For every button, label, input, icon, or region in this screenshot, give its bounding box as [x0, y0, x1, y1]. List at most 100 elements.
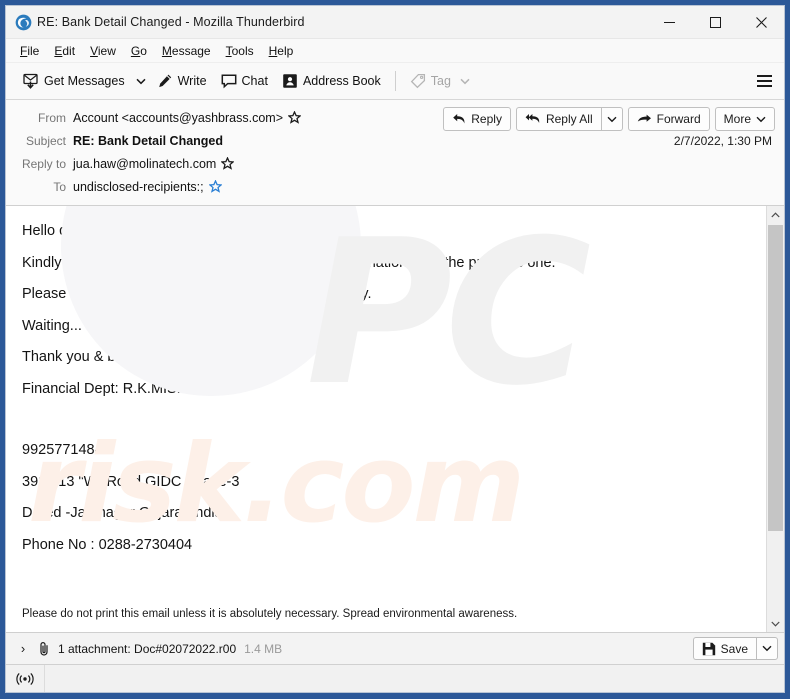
title-bar: RE: Bank Detail Changed - Mozilla Thunde…: [6, 6, 784, 39]
window-title: RE: Bank Detail Changed - Mozilla Thunde…: [37, 15, 305, 29]
reply-to-value[interactable]: jua.haw@molinatech.com: [73, 157, 216, 171]
reply-icon: [453, 114, 465, 124]
address-book-button[interactable]: Address Book: [275, 68, 388, 94]
forward-label: Forward: [656, 112, 701, 126]
from-value-wrap: Account <accounts@yashbrass.com>: [73, 111, 302, 125]
forward-button[interactable]: Forward: [627, 107, 710, 131]
subject-value: RE: Bank Detail Changed: [73, 133, 224, 148]
get-messages-dropdown[interactable]: [132, 68, 150, 94]
reply-all-button[interactable]: Reply All: [515, 107, 602, 131]
from-value[interactable]: Account <accounts@yashbrass.com>: [73, 111, 283, 125]
scrollbar-thumb[interactable]: [768, 225, 783, 531]
menu-tools-rest: ools: [231, 43, 254, 58]
menu-file-rest: ile: [27, 43, 40, 58]
header-row-to: To undisclosed-recipients:;: [6, 175, 784, 198]
to-value-wrap: undisclosed-recipients:;: [73, 180, 222, 194]
menu-view-accel: V: [90, 43, 98, 58]
chevron-down-icon: [756, 116, 766, 122]
attachment-actions: Save: [692, 637, 778, 660]
star-icon[interactable]: [221, 157, 235, 170]
screenshot-root: RE: Bank Detail Changed - Mozilla Thunde…: [0, 0, 790, 699]
thunderbird-window: RE: Bank Detail Changed - Mozilla Thunde…: [5, 5, 785, 693]
body-scrollbar[interactable]: [766, 206, 784, 632]
status-separator: [44, 665, 45, 692]
hamburger-line: [756, 80, 772, 82]
menu-bar: File Edit View Go Message Tools Help: [6, 39, 784, 63]
to-label: To: [53, 179, 66, 194]
message-body[interactable]: PC risk.com Hello dear, Kindly let us kn…: [6, 206, 766, 632]
menu-go[interactable]: Go: [124, 42, 155, 60]
star-icon[interactable]: [288, 111, 302, 124]
menu-edit-rest: dit: [62, 43, 76, 58]
body-line: 3912/13 "W" Road GIDC Phase-3: [22, 473, 240, 490]
pencil-icon: [158, 74, 171, 88]
close-button[interactable]: [738, 6, 784, 38]
body-line: Please let us know if its from your side…: [22, 286, 372, 302]
status-bar: [6, 665, 784, 692]
menu-file[interactable]: File: [13, 42, 47, 60]
window-controls: [646, 6, 784, 38]
menu-view[interactable]: View: [83, 42, 124, 60]
from-label: From: [38, 110, 66, 125]
body-line: 9925771484: [22, 442, 103, 458]
scroll-down-button[interactable]: [767, 615, 784, 632]
menu-go-accel: G: [130, 43, 141, 58]
chevron-down-icon: [771, 621, 780, 627]
menu-help-accel: H: [268, 43, 278, 58]
network-signal-icon[interactable]: [12, 669, 38, 689]
body-line: Waiting... for your immediate reply: [22, 317, 242, 334]
menu-message[interactable]: Message: [155, 42, 219, 60]
message-body-area: PC risk.com Hello dear, Kindly let us kn…: [6, 206, 784, 633]
write-label: Write: [177, 74, 207, 88]
body-line: Phone No : 0288-2730404: [22, 536, 193, 553]
message-action-buttons: Reply Reply All Forward More: [443, 107, 775, 131]
chat-button[interactable]: Chat: [214, 68, 275, 94]
address-book-icon: [283, 74, 297, 88]
chevron-down-icon: [136, 78, 146, 84]
tag-button[interactable]: Tag: [403, 68, 477, 94]
more-button[interactable]: More: [714, 107, 775, 131]
star-icon-blue[interactable]: [208, 180, 222, 193]
reply-button[interactable]: Reply: [443, 107, 511, 131]
reply-to-value-wrap: jua.haw@molinatech.com: [73, 157, 235, 171]
forward-arrow-icon: [637, 114, 651, 122]
reply-all-dropdown[interactable]: [601, 107, 623, 131]
menu-go-rest: o: [140, 43, 147, 58]
save-dropdown-button[interactable]: [756, 637, 778, 660]
reply-all-group: Reply All: [515, 107, 623, 131]
get-messages-button[interactable]: Get Messages: [16, 68, 132, 94]
minimize-icon: [663, 21, 675, 23]
header-row-reply-to: Reply to jua.haw@molinatech.com: [6, 152, 784, 175]
address-book-label: Address Book: [302, 74, 381, 88]
attachment-bar: › 1 attachment: Doc#02072022.r00 1.4 MB …: [6, 633, 784, 665]
menu-help-rest: elp: [277, 43, 294, 58]
attachment-expand-toggle[interactable]: ›: [15, 638, 31, 660]
header-row-subject: Subject RE: Bank Detail Changed 2/7/2022…: [6, 129, 784, 152]
body-line: Financial Dept: R.K.MISHRA: [22, 380, 208, 397]
menu-tools[interactable]: Tools: [219, 42, 262, 60]
chevron-down-icon: [762, 645, 772, 652]
save-disk-icon: [702, 642, 715, 655]
save-label: Save: [720, 641, 748, 656]
reply-all-label: Reply All: [545, 112, 593, 126]
menu-message-rest: essage: [171, 43, 211, 58]
maximize-button[interactable]: [692, 6, 738, 38]
menu-view-rest: iew: [97, 43, 116, 58]
scrollbar-track[interactable]: [767, 223, 784, 615]
chat-bubble-icon: [221, 74, 236, 89]
thunderbird-icon: [15, 14, 32, 30]
attachment-text[interactable]: 1 attachment: Doc#02072022.r00: [58, 642, 236, 656]
to-value[interactable]: undisclosed-recipients:;: [73, 180, 204, 194]
menu-edit[interactable]: Edit: [47, 42, 83, 60]
subject-label: Subject: [25, 133, 66, 148]
write-button[interactable]: Write: [150, 68, 214, 94]
scroll-up-button[interactable]: [767, 206, 784, 223]
minimize-button[interactable]: [646, 6, 692, 38]
menu-help[interactable]: Help: [262, 42, 302, 60]
app-menu-button[interactable]: [750, 68, 778, 94]
chevron-down-icon: [607, 116, 617, 122]
hamburger-line: [756, 85, 772, 87]
reply-to-label: Reply to: [21, 156, 66, 171]
paperclip-icon: [40, 641, 48, 656]
save-attachment-button[interactable]: Save: [692, 637, 756, 660]
